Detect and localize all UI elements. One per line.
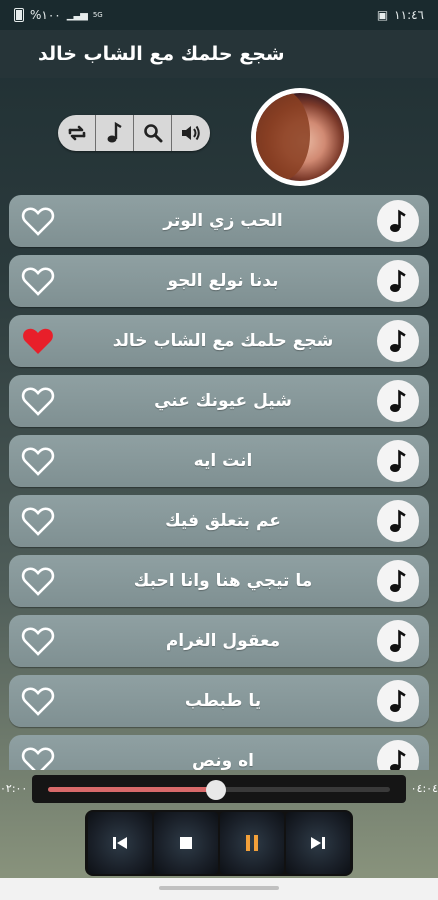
song-title: شجع حلمك مع الشاب خالد bbox=[112, 331, 334, 351]
status-right: ▣ ١١:٤٦ bbox=[377, 8, 424, 22]
music-note-icon[interactable] bbox=[377, 740, 419, 770]
song-title: شيل عيونك عني bbox=[154, 391, 292, 411]
volume-icon bbox=[182, 125, 200, 141]
music-note-icon[interactable] bbox=[377, 380, 419, 422]
duration-time: ٠٤:٠٤ bbox=[410, 782, 438, 795]
song-list: الحب زي الوتر بدنا نولع الجو شجع حلمك مع ا… bbox=[9, 195, 429, 770]
search-icon bbox=[143, 124, 162, 143]
app-title: شجع حلمك مع الشاب خالد bbox=[38, 43, 285, 65]
song-title: عم بتعلق فيك bbox=[165, 511, 281, 531]
music-note-icon[interactable] bbox=[377, 200, 419, 242]
heart-outline-icon[interactable] bbox=[21, 745, 55, 770]
artist-photo-hair bbox=[256, 93, 310, 181]
volume-button[interactable] bbox=[172, 115, 210, 151]
next-button[interactable] bbox=[286, 812, 350, 874]
song-row[interactable]: الحب زي الوتر bbox=[9, 195, 429, 247]
music-note-icon[interactable] bbox=[377, 440, 419, 482]
song-row[interactable]: معقول الغرام bbox=[9, 615, 429, 667]
song-row[interactable]: شيل عيونك عني bbox=[9, 375, 429, 427]
seek-bar[interactable] bbox=[32, 775, 406, 803]
app-bar: شجع حلمك مع الشاب خالد bbox=[0, 30, 438, 78]
heart-outline-icon[interactable] bbox=[21, 445, 55, 477]
song-row[interactable]: انت ايه bbox=[9, 435, 429, 487]
repeat-icon bbox=[68, 125, 85, 141]
repeat-button[interactable] bbox=[58, 115, 96, 151]
music-note-icon bbox=[107, 122, 122, 143]
heart-outline-icon[interactable] bbox=[21, 265, 55, 297]
song-row[interactable]: شجع حلمك مع الشاب خالد bbox=[9, 315, 429, 367]
status-left: %١٠٠ ▁▃▅ 5G bbox=[14, 8, 103, 22]
song-title: ما تيجي هنا وانا احبك bbox=[133, 571, 313, 591]
home-indicator[interactable] bbox=[159, 886, 279, 890]
song-row[interactable]: يا طبطب bbox=[9, 675, 429, 727]
song-row[interactable]: ما تيجي هنا وانا احبك bbox=[9, 555, 429, 607]
elapsed-time: ٠٢:٠٠ bbox=[0, 782, 28, 795]
player-controls bbox=[85, 810, 353, 876]
heart-outline-icon[interactable] bbox=[21, 565, 55, 597]
control-toolbar bbox=[58, 115, 210, 151]
battery-level: %١٠٠ bbox=[30, 8, 61, 22]
heart-filled-icon[interactable] bbox=[21, 325, 55, 357]
song-row[interactable]: بدنا نولع الجو bbox=[9, 255, 429, 307]
song-title: الحب زي الوتر bbox=[163, 211, 283, 231]
heart-outline-icon[interactable] bbox=[21, 625, 55, 657]
music-note-icon[interactable] bbox=[377, 260, 419, 302]
music-note-icon[interactable] bbox=[377, 620, 419, 662]
notification-icon: ▣ bbox=[376, 8, 389, 22]
music-note-icon[interactable] bbox=[377, 680, 419, 722]
song-row[interactable]: اه ونص bbox=[9, 735, 429, 770]
heart-outline-icon[interactable] bbox=[21, 385, 55, 417]
previous-icon bbox=[113, 837, 127, 849]
heart-outline-icon[interactable] bbox=[21, 505, 55, 537]
next-icon bbox=[311, 837, 325, 849]
heart-outline-icon[interactable] bbox=[21, 205, 55, 237]
search-button[interactable] bbox=[134, 115, 172, 151]
song-title: بدنا نولع الجو bbox=[167, 271, 279, 291]
stop-icon bbox=[180, 837, 192, 849]
song-title: انت ايه bbox=[193, 451, 253, 471]
song-row[interactable]: عم بتعلق فيك bbox=[9, 495, 429, 547]
stop-button[interactable] bbox=[154, 812, 218, 874]
battery-icon bbox=[14, 8, 24, 22]
pause-icon bbox=[246, 835, 258, 851]
pause-button[interactable] bbox=[220, 812, 284, 874]
music-note-icon[interactable] bbox=[377, 500, 419, 542]
music-note-icon[interactable] bbox=[377, 560, 419, 602]
signal-icon: ▁▃▅ bbox=[66, 9, 88, 21]
network-type: 5G bbox=[92, 11, 103, 19]
artist-avatar bbox=[251, 88, 349, 186]
song-title: يا طبطب bbox=[184, 691, 262, 711]
song-title: اه ونص bbox=[192, 751, 254, 770]
music-note-icon[interactable] bbox=[377, 320, 419, 362]
artist-photo bbox=[256, 93, 344, 181]
seek-thumb[interactable] bbox=[205, 780, 226, 800]
seek-progress bbox=[48, 787, 216, 792]
status-bar: %١٠٠ ▁▃▅ 5G ▣ ١١:٤٦ bbox=[0, 0, 438, 30]
heart-outline-icon[interactable] bbox=[21, 685, 55, 717]
previous-button[interactable] bbox=[88, 812, 152, 874]
song-title: معقول الغرام bbox=[165, 631, 281, 651]
music-button[interactable] bbox=[96, 115, 134, 151]
seek-track bbox=[48, 780, 390, 800]
clock: ١١:٤٦ bbox=[394, 8, 424, 22]
system-nav-bar bbox=[0, 878, 438, 900]
